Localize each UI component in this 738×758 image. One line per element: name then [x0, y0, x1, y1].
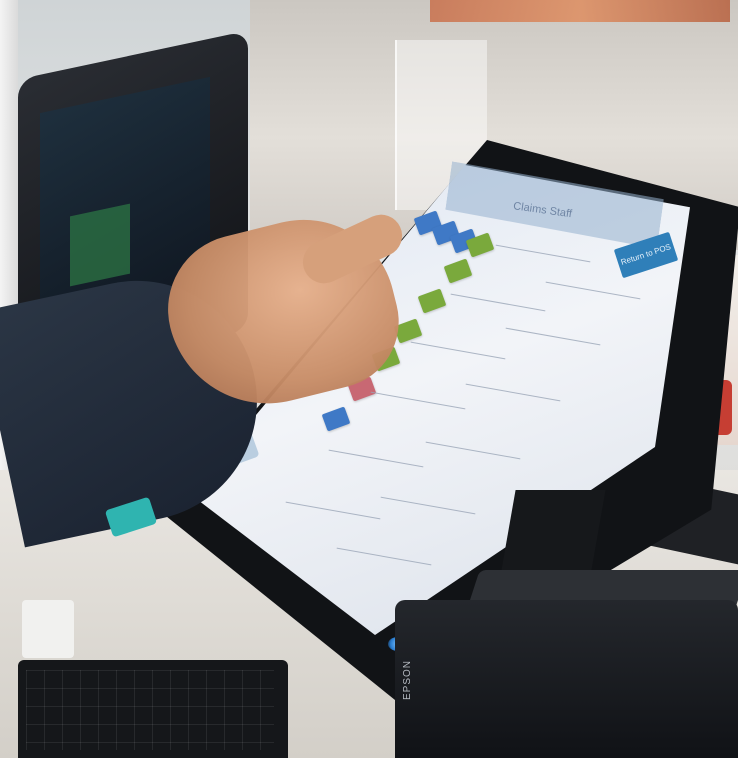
background-shelf: [430, 0, 730, 22]
desk-device: [22, 600, 74, 658]
printer-brand: EPSON: [402, 659, 413, 700]
keyboard-keys: [26, 670, 274, 750]
receipt-printer: [395, 600, 738, 758]
secondary-screen-tile: [70, 203, 130, 287]
pos-counter-photo: Claims Staff Return to POS EPSON: [0, 0, 738, 758]
